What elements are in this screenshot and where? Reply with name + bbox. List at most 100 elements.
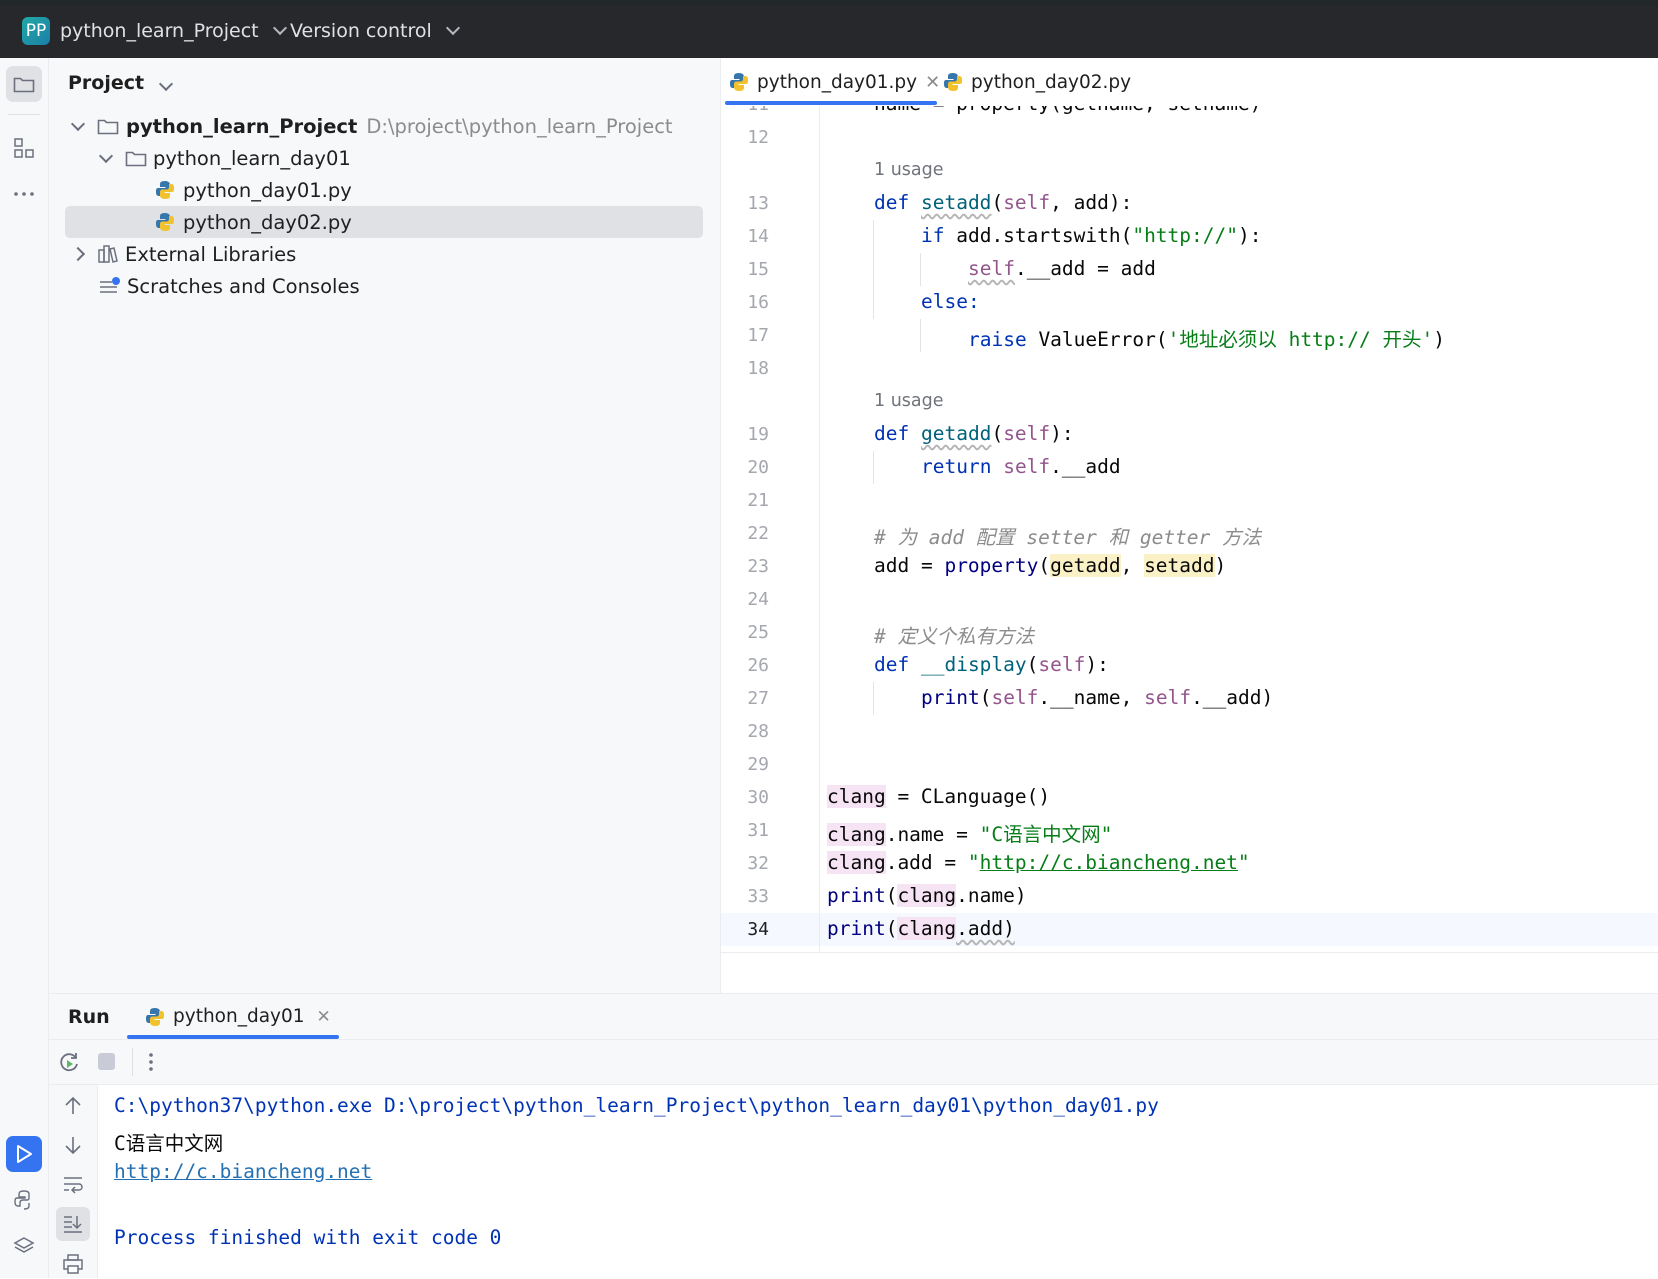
code-line: 14 if add.startswith("http://"): xyxy=(721,220,1658,253)
chevron-down-icon xyxy=(98,148,114,163)
indent-guide xyxy=(873,682,874,715)
scroll-up-button[interactable] xyxy=(62,1095,84,1121)
code-text: clang.add = "http://c.biancheng.net" xyxy=(827,851,1250,874)
tree-item-scratches[interactable]: Scratches and Consoles xyxy=(99,270,360,302)
console-command: C:\python37\python.exe D:\project\python… xyxy=(114,1094,1159,1117)
code-text: raise ValueError('地址必须以 http:// 开头') xyxy=(968,328,1445,351)
run-options-button[interactable] xyxy=(147,1050,155,1078)
tree-item-root[interactable]: python_learn_Project D:\project\python_l… xyxy=(70,110,673,142)
tab-label: python_day01.py xyxy=(757,71,918,93)
project-name: python_learn_Project xyxy=(60,20,259,42)
line-number: 21 xyxy=(747,490,769,511)
scroll-to-end-button[interactable] xyxy=(56,1207,90,1241)
print-button[interactable] xyxy=(62,1253,84,1279)
line-number: 14 xyxy=(747,226,769,247)
indent-guide xyxy=(873,451,874,484)
scroll-down-button[interactable] xyxy=(62,1134,84,1160)
tree-item-label: python_day02.py xyxy=(183,210,352,234)
line-number: 34 xyxy=(747,919,769,940)
tree-item-label: External Libraries xyxy=(125,242,297,266)
stop-icon[interactable] xyxy=(98,1053,115,1070)
tree-item-day01-folder[interactable]: python_learn_day01 xyxy=(98,142,351,174)
close-icon[interactable]: ✕ xyxy=(317,1007,331,1027)
code-line: 18 xyxy=(721,352,1658,385)
folder-icon xyxy=(97,119,119,135)
code-line: 23 add = property(getadd, setadd) xyxy=(721,550,1658,583)
code-text: print(self.__name, self.__add) xyxy=(921,686,1274,709)
chevron-right-icon xyxy=(70,246,86,262)
project-badge[interactable]: PP xyxy=(22,17,50,45)
code-text: self.__add = add xyxy=(968,257,1156,280)
line-number: 22 xyxy=(747,523,769,544)
tab-python-day01[interactable]: python_day01.py ✕ xyxy=(729,58,940,106)
code-line: 15 self.__add = add xyxy=(721,253,1658,286)
strip-divider xyxy=(8,114,40,115)
line-number: 12 xyxy=(747,127,769,148)
more-tools-button[interactable] xyxy=(6,176,42,212)
left-tool-strip xyxy=(0,58,49,1278)
tree-item-label: Scratches and Consoles xyxy=(127,274,360,298)
soft-wrap-button[interactable] xyxy=(62,1173,84,1199)
version-control-menu[interactable]: Version control xyxy=(290,20,460,42)
code-line: 26 def __display(self): xyxy=(721,649,1658,682)
chevron-down-icon xyxy=(158,76,173,92)
layers-icon xyxy=(13,1237,35,1253)
structure-tool-button[interactable] xyxy=(6,130,42,166)
line-number: 26 xyxy=(747,655,769,676)
tree-item-day01-file[interactable]: python_day01.py xyxy=(155,174,352,206)
python-console-button[interactable] xyxy=(6,1182,42,1218)
code-editor[interactable]: 11 name = property(getname, setname) 12 … xyxy=(721,106,1658,953)
project-switcher[interactable]: python_learn_Project xyxy=(60,20,287,42)
code-line: 20 return self.__add xyxy=(721,451,1658,484)
tree-item-day02-file[interactable]: python_day02.py xyxy=(65,206,703,238)
tree-item-label: python_learn_Project xyxy=(126,114,358,138)
close-icon[interactable]: ✕ xyxy=(925,72,940,93)
console-exit-message: Process finished with exit code 0 xyxy=(114,1226,502,1249)
rerun-icon xyxy=(60,1053,78,1072)
run-tab-label: python_day01 xyxy=(173,1006,305,1027)
line-number: 11 xyxy=(721,106,769,115)
code-url-link[interactable]: http://c.biancheng.net xyxy=(980,851,1238,874)
line-number: 32 xyxy=(747,853,769,874)
python-file-icon xyxy=(146,1007,164,1026)
rerun-button[interactable] xyxy=(57,1050,81,1078)
scratches-icon xyxy=(100,277,120,293)
print-icon xyxy=(63,1254,83,1274)
tree-item-path: D:\project\python_learn_Project xyxy=(366,114,673,138)
tab-python-day02[interactable]: python_day02.py xyxy=(943,58,1131,106)
usage-hint[interactable]: 1 usage xyxy=(874,160,944,180)
console-link[interactable]: http://c.biancheng.net xyxy=(114,1160,372,1183)
usage-hint-row: 1 usage xyxy=(721,154,1658,187)
code-text: clang = CLanguage() xyxy=(827,785,1051,808)
run-tab-python-day01[interactable]: python_day01 ✕ xyxy=(145,994,331,1039)
project-panel: Project python_learn_Project D:\project\… xyxy=(49,58,721,993)
python-file-icon xyxy=(944,73,962,91)
run-tool-button[interactable] xyxy=(6,1136,42,1172)
code-line: 27 print(self.__name, self.__add) xyxy=(721,682,1658,715)
line-number: 27 xyxy=(747,688,769,709)
structure-icon xyxy=(14,138,34,158)
line-number: 17 xyxy=(747,325,769,346)
code-text: print(clang.add) xyxy=(827,917,1015,940)
tree-item-external-libraries[interactable]: External Libraries xyxy=(70,238,297,270)
run-panel-header: Run python_day01 ✕ xyxy=(49,994,1658,1040)
indent-guide xyxy=(873,220,874,319)
run-side-toolbar xyxy=(49,1085,98,1278)
line-number: 15 xyxy=(747,259,769,280)
indent-guide xyxy=(920,319,921,352)
python-file-icon xyxy=(730,73,748,91)
code-text: clang.name = "C语言中文网" xyxy=(827,823,1113,846)
code-text: add = property(getadd, setadd) xyxy=(874,554,1227,577)
services-button[interactable] xyxy=(6,1228,42,1264)
project-panel-header[interactable]: Project xyxy=(68,72,173,94)
scroll-end-icon xyxy=(64,1216,82,1233)
chevron-down-icon xyxy=(445,20,460,36)
usage-hint[interactable]: 1 usage xyxy=(874,391,944,411)
run-icon xyxy=(17,1145,32,1163)
line-number: 23 xyxy=(747,556,769,577)
python-file-icon xyxy=(156,181,174,199)
toolbar-divider xyxy=(132,1048,133,1076)
code-line-current: 34 print(clang.add) xyxy=(721,913,1658,946)
title-bar: PP python_learn_Project Version control xyxy=(0,0,1658,58)
project-tool-button[interactable] xyxy=(6,66,42,102)
